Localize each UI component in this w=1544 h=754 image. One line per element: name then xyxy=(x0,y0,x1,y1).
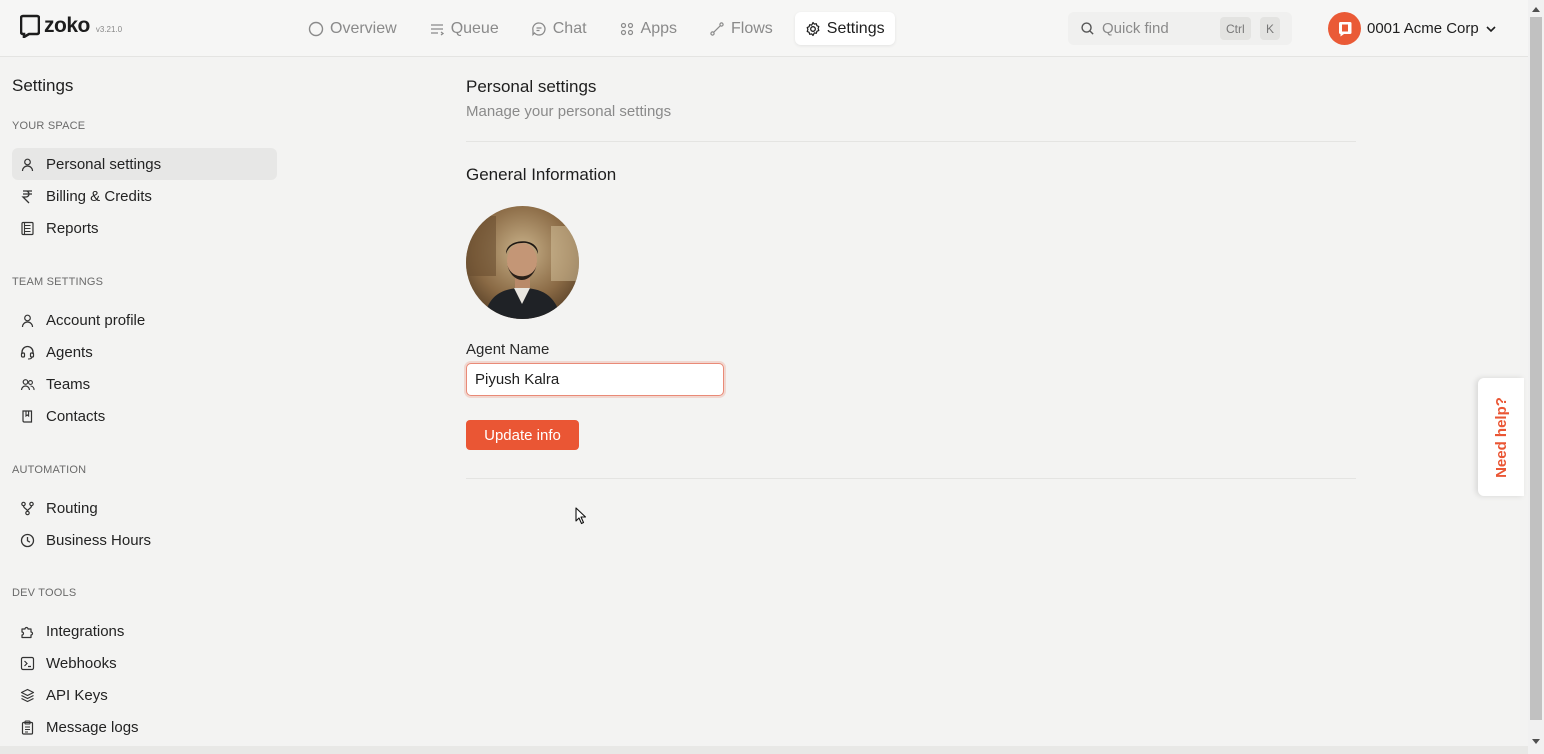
puzzle-icon xyxy=(21,626,34,638)
quick-find[interactable]: Quick find Ctrl K xyxy=(1068,12,1292,45)
section-automation: AUTOMATION xyxy=(12,464,87,476)
sidebar-item-personal-settings[interactable]: Personal settings xyxy=(12,148,277,180)
org-logo-icon xyxy=(1338,21,1351,36)
sidebar-item-label: Integrations xyxy=(46,622,125,640)
sidebar-item-label: Agents xyxy=(46,343,93,361)
sidebar-item-label: Routing xyxy=(46,499,98,517)
clock-icon xyxy=(20,533,35,547)
sidebar-item-business-hours[interactable]: Business Hours xyxy=(12,524,277,556)
scroll-up-arrow[interactable] xyxy=(1531,4,1541,14)
sidebar-item-routing[interactable]: Routing xyxy=(12,492,277,524)
nav-chat[interactable]: Chat xyxy=(521,12,597,45)
clipboard-icon xyxy=(21,719,34,735)
kbd-ctrl: Ctrl xyxy=(1220,17,1251,40)
gear-icon xyxy=(806,21,820,36)
headset-icon xyxy=(20,345,35,360)
nav-settings[interactable]: Settings xyxy=(794,12,895,45)
agent-name-input[interactable] xyxy=(466,363,724,396)
sidebar-item-label: Contacts xyxy=(46,407,106,425)
org-avatar xyxy=(1328,12,1361,45)
scrollbar-thumb[interactable] xyxy=(1530,17,1542,720)
kbd-k: K xyxy=(1260,17,1281,40)
section-your-space: YOUR SPACE xyxy=(12,120,86,132)
sidebar-item-contacts[interactable]: Contacts xyxy=(12,400,277,432)
profile-avatar[interactable] xyxy=(466,206,579,319)
user-icon xyxy=(21,314,34,327)
layers-icon xyxy=(20,688,35,702)
rupee-icon xyxy=(21,189,32,203)
nav-flows[interactable]: Flows xyxy=(699,12,783,45)
nav-apps[interactable]: Apps xyxy=(609,12,687,45)
terminal-icon xyxy=(20,656,35,670)
quick-find-placeholder: Quick find xyxy=(1102,20,1169,37)
sidebar-title: Settings xyxy=(12,76,74,95)
agent-name-label: Agent Name xyxy=(466,341,550,358)
nav-overview[interactable]: Overview xyxy=(298,12,407,45)
sidebar-item-label: Message logs xyxy=(46,718,139,736)
version-label: v3.21.0 xyxy=(95,25,123,34)
zoko-logo[interactable]: zoko v3.21.0 xyxy=(20,14,122,38)
sidebar-item-message-logs[interactable]: Message logs xyxy=(12,711,277,743)
routing-icon xyxy=(21,501,34,515)
nav-queue-label: Queue xyxy=(450,19,499,37)
main-nav: Overview Queue Chat Apps Flows Settings xyxy=(298,12,907,45)
flow-icon xyxy=(710,21,724,36)
nav-chat-label: Chat xyxy=(552,19,587,37)
section-team-settings: TEAM SETTINGS xyxy=(12,276,104,288)
sidebar-item-agents[interactable]: Agents xyxy=(12,336,277,368)
org-switcher[interactable]: 0001 Acme Corp xyxy=(1328,12,1497,45)
brand-name: zoko xyxy=(44,14,90,37)
page-subtitle: Manage your personal settings xyxy=(466,103,672,120)
nav-flows-label: Flows xyxy=(731,19,773,37)
sidebar-item-teams[interactable]: Teams xyxy=(12,368,277,400)
chat-bubble-icon xyxy=(531,21,546,36)
sidebar-item-label: Business Hours xyxy=(46,531,152,549)
sidebar-item-account-profile[interactable]: Account profile xyxy=(12,304,277,336)
sidebar-item-reports[interactable]: Reports xyxy=(12,212,277,244)
circle-icon xyxy=(308,21,324,36)
logo-icon xyxy=(20,14,40,38)
sidebar-item-label: API Keys xyxy=(46,686,108,704)
page-title: Personal settings xyxy=(466,77,597,96)
sidebar-item-billing[interactable]: Billing & Credits xyxy=(12,180,277,212)
sidebar-item-label: Account profile xyxy=(46,311,146,329)
org-name: 0001 Acme Corp xyxy=(1367,20,1479,37)
chevron-down-icon xyxy=(1486,25,1496,32)
queue-lines-icon xyxy=(430,23,444,36)
book-icon xyxy=(22,409,33,423)
nav-settings-label: Settings xyxy=(826,19,885,37)
section-dev-tools: DEV TOOLS xyxy=(12,587,77,599)
sidebar-item-label: Billing & Credits xyxy=(46,187,152,205)
report-icon xyxy=(21,221,34,235)
sidebar-item-label: Webhooks xyxy=(46,654,117,672)
sidebar-item-api-keys[interactable]: API Keys xyxy=(12,679,277,711)
sidebar-item-integrations[interactable]: Integrations xyxy=(12,615,277,647)
update-info-button[interactable]: Update info xyxy=(466,420,579,450)
sidebar-item-webhooks[interactable]: Webhooks xyxy=(12,647,277,679)
profile-photo xyxy=(466,206,579,319)
header-divider xyxy=(466,141,1356,142)
grid-dots-icon xyxy=(620,22,633,35)
need-help-tab[interactable]: Need help? xyxy=(1478,378,1524,496)
nav-overview-label: Overview xyxy=(330,19,397,37)
sidebar-item-label: Reports xyxy=(46,219,99,237)
mouse-cursor-icon xyxy=(575,507,587,525)
scroll-down-arrow[interactable] xyxy=(1531,736,1541,746)
user-icon xyxy=(21,158,34,171)
users-icon xyxy=(20,378,35,390)
settings-sidebar: Settings YOUR SPACE Personal settings Bi… xyxy=(0,57,290,754)
section-title: General Information xyxy=(466,165,617,184)
nav-apps-label: Apps xyxy=(640,19,677,37)
search-icon xyxy=(1081,22,1094,35)
nav-queue[interactable]: Queue xyxy=(419,12,509,45)
sidebar-item-label: Personal settings xyxy=(46,155,162,173)
sidebar-item-label: Teams xyxy=(46,375,91,393)
form-divider xyxy=(466,478,1356,479)
horizontal-scrollbar[interactable] xyxy=(0,746,1528,754)
need-help-label: Need help? xyxy=(1492,396,1510,478)
top-bar: zoko v3.21.0 Overview Queue Chat Apps Fl… xyxy=(0,0,1528,57)
